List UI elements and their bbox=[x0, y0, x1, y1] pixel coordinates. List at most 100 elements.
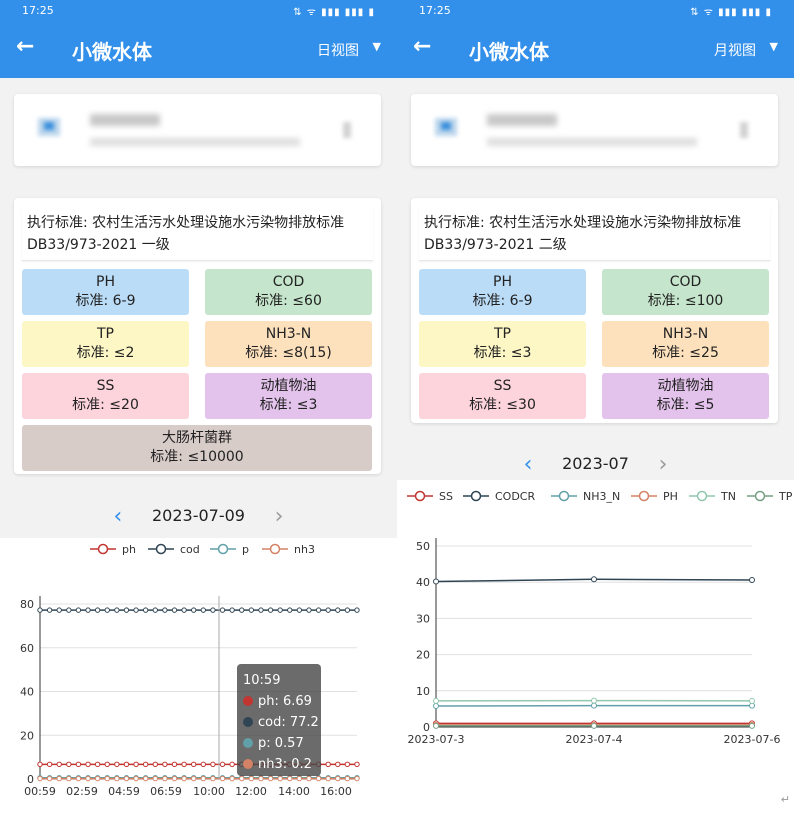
data-point-nh3 bbox=[229, 775, 235, 782]
data-point-nh3 bbox=[325, 775, 331, 782]
data-point-cod bbox=[104, 607, 110, 613]
y-tick-label: 60 bbox=[20, 642, 34, 655]
legend-marker-tn bbox=[696, 490, 708, 502]
legend-label-tp: TP bbox=[778, 490, 793, 503]
tooltip-row-cod: cod: 77.2 bbox=[243, 712, 319, 733]
legend-label-nh3_n: NH3_N bbox=[583, 490, 620, 503]
legend-label-ss: SS bbox=[439, 490, 453, 503]
data-point-ph bbox=[104, 761, 110, 768]
site-status-blurred bbox=[740, 122, 748, 138]
data-point-cod bbox=[315, 607, 322, 613]
data-point-nh3 bbox=[75, 775, 82, 782]
data-point-cod bbox=[296, 607, 303, 613]
dropdown-caret-icon: ▼ bbox=[769, 40, 778, 53]
data-point-cod bbox=[162, 607, 168, 613]
data-point-ph bbox=[335, 761, 341, 768]
data-point-cod bbox=[142, 607, 149, 613]
view-selector[interactable]: 日视图 ▼ bbox=[317, 40, 381, 60]
month-line-chart[interactable]: SS CODCR NH3_N PH TN TP 0 10 20 30 40 50 2023-07-3 20… bbox=[397, 480, 794, 804]
month-chart-svg[interactable]: SS CODCR NH3_N PH TN TP010203040502023-07-3 20… bbox=[397, 480, 794, 804]
data-point-nh3 bbox=[335, 775, 341, 782]
x-tick-label: 06:59 bbox=[150, 785, 182, 798]
data-point-cod bbox=[66, 607, 72, 613]
data-point-nh3 bbox=[171, 775, 178, 782]
data-point-cod bbox=[200, 607, 207, 613]
legend-marker-nh3 bbox=[269, 543, 281, 555]
prev-month-chevron-icon[interactable]: ‹ bbox=[513, 452, 543, 477]
data-point-nh3 bbox=[94, 775, 101, 782]
data-point-ph bbox=[46, 761, 53, 768]
data-point-nh3 bbox=[123, 775, 130, 782]
back-arrow-icon[interactable]: ← bbox=[16, 34, 34, 59]
data-point-nh3 bbox=[354, 775, 360, 782]
standard-param-grid: PH 标准: 6-9 COD 标准: ≤100 TP 标准: ≤3 NH3-N … bbox=[419, 269, 770, 419]
y-tick-label: 30 bbox=[416, 612, 430, 625]
data-point-nh3 bbox=[37, 775, 43, 782]
data-point-nh3 bbox=[85, 775, 91, 782]
data-point-tn bbox=[749, 697, 755, 704]
data-point-ph bbox=[210, 761, 216, 768]
data-point-cod bbox=[277, 607, 283, 613]
tooltip-dot bbox=[243, 738, 253, 748]
legend-label-cod: cod bbox=[180, 543, 200, 556]
param-oil: 动植物油 标准: ≤3 bbox=[205, 373, 372, 419]
site-name-blurred bbox=[90, 114, 160, 126]
standard-card: 执行标准: 农村生活污水处理设施水污染物排放标准 DB33/973-2021 一… bbox=[14, 198, 381, 474]
site-info-card[interactable] bbox=[411, 94, 778, 166]
tooltip-value: ph: 6.69 bbox=[258, 694, 312, 709]
data-point-ph bbox=[219, 761, 226, 768]
standard-line2: DB33/973-2021 一级 bbox=[27, 237, 170, 253]
day-view-screen: 17:25 ⇅ ᯤ ▮▮▮ ▮▮▮ ▮ ← 小微水体 日视图 ▼ 执行标准: 农… bbox=[0, 0, 397, 820]
data-point-codcr bbox=[591, 576, 597, 583]
data-point-nh3 bbox=[296, 775, 303, 782]
data-point-nh3 bbox=[190, 775, 197, 782]
param-cod: COD 标准: ≤100 bbox=[602, 269, 769, 315]
x-tick-label: 2023-07-6 bbox=[724, 733, 781, 746]
current-month: 2023-07 bbox=[562, 454, 629, 473]
day-chart-svg[interactable]: ph cod p nh302040608000:59 02:59 04:59 06:59 10… bbox=[0, 538, 397, 820]
data-point-cod bbox=[335, 607, 341, 613]
site-address-blurred bbox=[487, 138, 697, 146]
data-point-nh3 bbox=[315, 775, 322, 782]
legend-label-codcr: CODCR bbox=[495, 490, 535, 503]
day-line-chart[interactable]: ph cod p nh3 0 20 40 60 80 00:59 02:59 04:59 06:59 10… bbox=[0, 538, 397, 820]
next-month-chevron-icon[interactable]: › bbox=[648, 452, 678, 477]
data-point-cod bbox=[344, 607, 351, 613]
legend-marker-ph bbox=[638, 490, 650, 502]
view-selector[interactable]: 月视图 ▼ bbox=[714, 40, 778, 60]
chart-tooltip: 10:59 ph: 6.69 cod: 77.2 p: 0.57 nh3: 0.… bbox=[237, 664, 321, 776]
data-point-cod bbox=[37, 607, 43, 613]
prev-date-chevron-icon[interactable]: ‹ bbox=[103, 504, 133, 529]
data-point-ph bbox=[133, 761, 139, 768]
data-point-nh3 bbox=[181, 775, 187, 782]
param-name: COD bbox=[272, 274, 305, 290]
param-name: PH bbox=[96, 274, 115, 290]
view-selector-label: 月视图 bbox=[714, 43, 756, 59]
data-point-ph bbox=[75, 761, 82, 768]
data-point-cod bbox=[248, 607, 255, 613]
data-point-cod bbox=[354, 607, 360, 613]
date-navigator: ‹ 2023-07-09 › bbox=[0, 504, 397, 529]
data-point-nh3 bbox=[210, 775, 216, 782]
data-point-cod bbox=[123, 607, 130, 613]
param-standard: 标准: 6-9 bbox=[75, 293, 136, 309]
data-point-nh3 bbox=[114, 775, 120, 782]
data-point-cod bbox=[325, 607, 331, 613]
data-point-ph bbox=[142, 761, 149, 768]
next-date-chevron-icon[interactable]: › bbox=[264, 504, 294, 529]
site-info-card[interactable] bbox=[14, 94, 381, 166]
tooltip-row-p: p: 0.57 bbox=[243, 733, 315, 754]
data-point-tn bbox=[433, 697, 439, 704]
param-ph: PH 标准: 6-9 bbox=[22, 269, 189, 315]
data-point-nh3 bbox=[133, 775, 139, 782]
param-name: 大肠杆菌群 bbox=[162, 430, 232, 446]
data-point-nh3 bbox=[267, 775, 274, 782]
data-point-cod bbox=[46, 607, 53, 613]
standard-line1: 执行标准: 农村生活污水处理设施水污染物排放标准 bbox=[424, 215, 742, 231]
site-icon bbox=[38, 118, 60, 136]
x-tick-label: 14:00 bbox=[278, 785, 310, 798]
param-tp: TP 标准: ≤2 bbox=[22, 321, 189, 367]
back-arrow-icon[interactable]: ← bbox=[413, 34, 431, 59]
status-bar: 17:25 ⇅ ᯤ ▮▮▮ ▮▮▮ ▮ bbox=[0, 0, 397, 22]
standard-text: 执行标准: 农村生活污水处理设施水污染物排放标准 DB33/973-2021 二… bbox=[419, 208, 770, 261]
